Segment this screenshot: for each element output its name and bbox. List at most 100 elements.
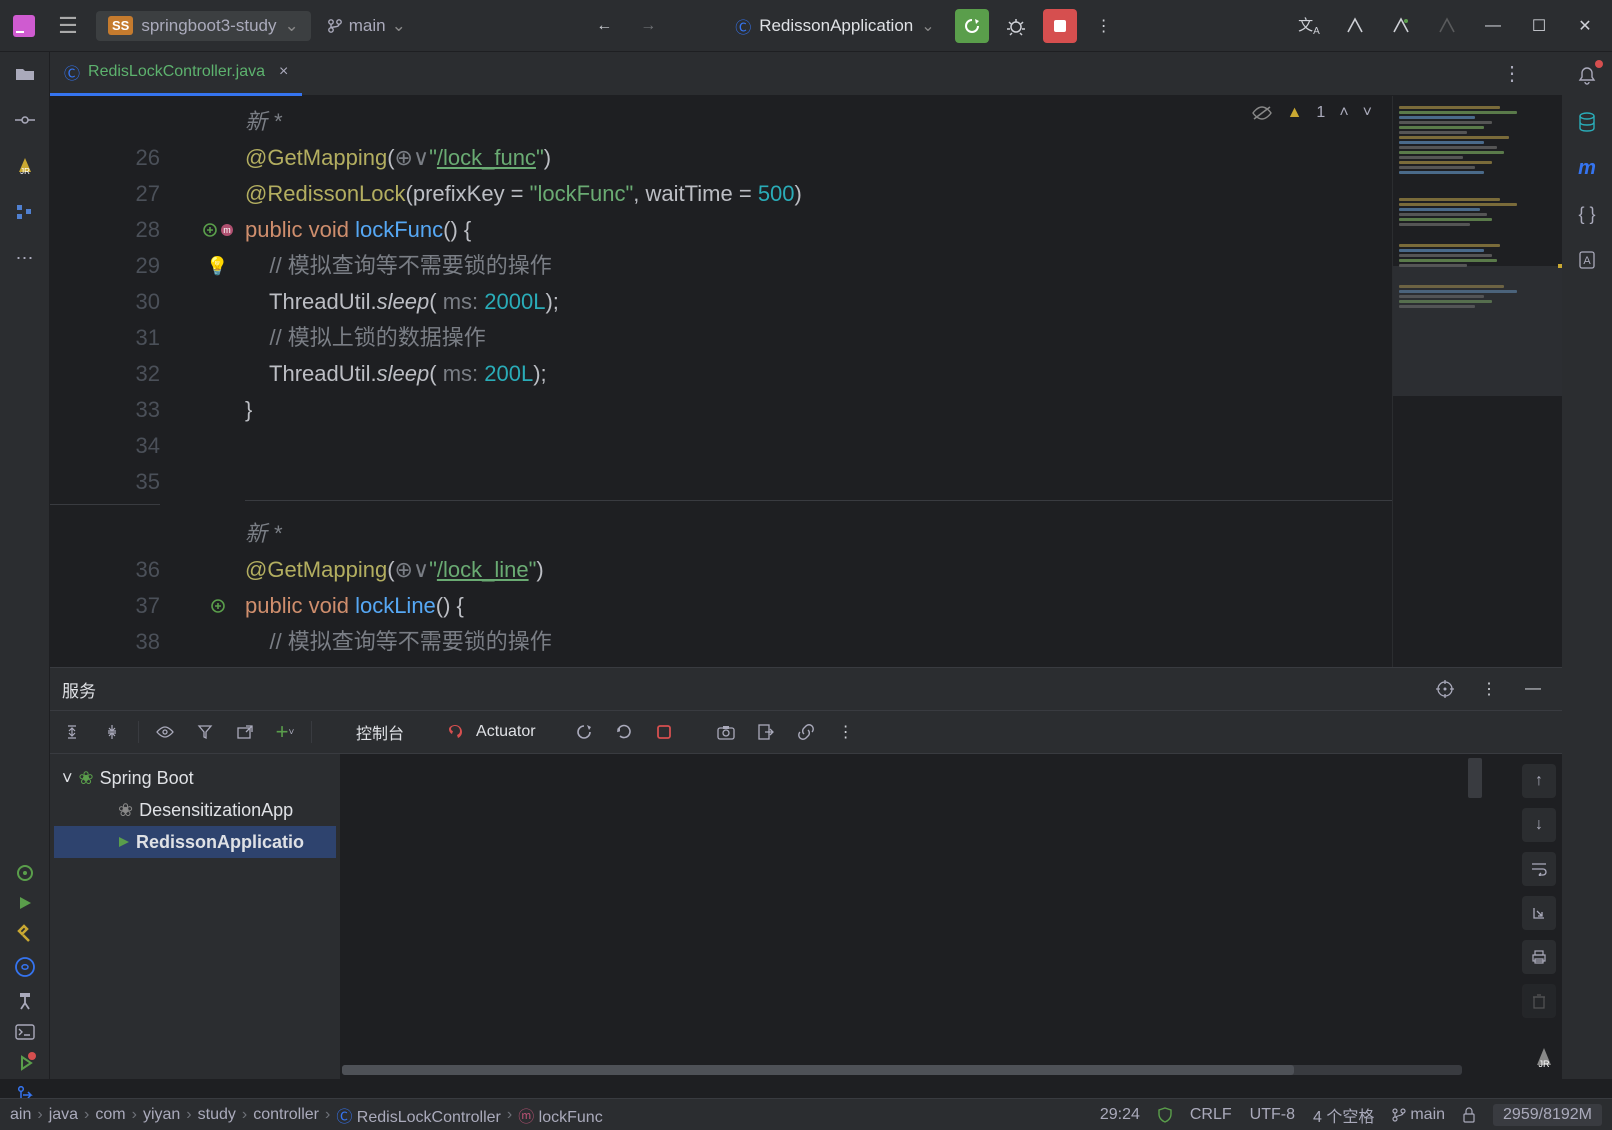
debug-button[interactable] (999, 9, 1033, 43)
actuator-tab[interactable]: Actuator (476, 723, 536, 741)
file-encoding[interactable]: UTF-8 (1250, 1106, 1295, 1124)
services-tool-icon[interactable] (16, 864, 34, 882)
project-tool-icon[interactable] (11, 60, 39, 88)
tab-more-button[interactable]: ⋮ (1502, 61, 1522, 86)
database-tool-icon[interactable] (1573, 108, 1601, 136)
services-more-button[interactable]: ⋮ (1472, 672, 1506, 706)
titlebar: ☰ SS springboot3-study ⌄ main ⌄ ← → Ⓒ Re… (0, 0, 1612, 52)
tree-node-app-selected[interactable]: RedissonApplicatio (54, 826, 336, 858)
breadcrumb[interactable]: ain › java › com › yiyan › study › contr… (10, 1103, 603, 1127)
prev-highlight-button[interactable]: ˄ (1339, 104, 1348, 122)
services-tree[interactable]: ˅ ❀ Spring Boot ❀ DesensitizationApp Red… (50, 754, 340, 1079)
commit-tool-icon[interactable] (11, 106, 39, 134)
show-icon[interactable] (151, 718, 179, 746)
services-panel: 服务 ⋮ — +˅ 控制台 Actuator (50, 667, 1562, 1079)
tree-node-spring-boot[interactable]: ˅ ❀ Spring Boot (54, 762, 336, 794)
soft-wrap-icon[interactable] (1522, 852, 1556, 886)
intellij-logo-icon[interactable] (10, 12, 38, 40)
exit-icon[interactable] (752, 718, 780, 746)
minimap-viewport[interactable] (1393, 266, 1562, 396)
tree-node-app[interactable]: ❀ DesensitizationApp (54, 794, 336, 826)
maximize-button[interactable]: ☐ (1522, 9, 1556, 43)
indent[interactable]: 4 个空格 (1313, 1103, 1374, 1127)
code-area[interactable]: 新 *@GetMapping(⊕∨"/lock_func")@RedissonL… (245, 96, 1392, 667)
spring-leaf-icon: ❀ (79, 768, 94, 789)
console-tab[interactable]: 控制台 (356, 720, 404, 744)
structure-tool-icon[interactable] (11, 198, 39, 226)
project-dropdown[interactable]: SS springboot3-study ⌄ (96, 11, 311, 41)
code-with-me-icon[interactable] (1338, 9, 1372, 43)
restart-icon[interactable] (570, 718, 598, 746)
add-icon[interactable]: +˅ (271, 718, 299, 746)
expand-all-icon[interactable] (58, 718, 86, 746)
scroll-up-icon[interactable]: ↑ (1522, 764, 1556, 798)
more-actions-button[interactable]: ⋮ (1087, 9, 1121, 43)
editor-tabs: Ⓒ RedisLockController.java × ⋮ (50, 52, 1562, 96)
nav-forward-button[interactable]: → (631, 9, 665, 43)
chevron-down-icon: ⌄ (392, 16, 406, 36)
nav-back-button[interactable]: ← (587, 9, 621, 43)
stop-button[interactable] (1043, 9, 1077, 43)
search-icon[interactable] (1384, 9, 1418, 43)
services-toolbar: +˅ 控制台 Actuator ⋮ (50, 710, 1562, 754)
svg-text:JR: JR (1539, 1059, 1551, 1069)
rerun-icon[interactable] (610, 718, 638, 746)
json-tool-icon[interactable]: { } (1573, 200, 1601, 228)
inspection-widget[interactable]: ▲ 1 ˄ ˅ (1251, 104, 1372, 122)
filter-icon[interactable] (191, 718, 219, 746)
hide-panel-button[interactable]: — (1516, 672, 1550, 706)
branch-dropdown[interactable]: main ⌄ (317, 11, 416, 41)
tab-redislockcontroller[interactable]: Ⓒ RedisLockController.java × (50, 52, 302, 96)
build-tool-icon[interactable] (16, 924, 34, 942)
run-tool-icon[interactable] (18, 896, 32, 910)
jrebel-icon[interactable]: JR (11, 152, 39, 180)
eye-off-icon[interactable] (1251, 105, 1273, 121)
toolbar-more-button[interactable]: ⋮ (832, 718, 860, 746)
git-branch-status[interactable]: main (1392, 1106, 1445, 1124)
next-highlight-button[interactable]: ˅ (1363, 104, 1372, 122)
stop-svc-button[interactable] (650, 718, 678, 746)
reader-mode-icon[interactable]: A (1573, 246, 1601, 274)
minimap[interactable] (1392, 96, 1562, 667)
camera-icon[interactable] (712, 718, 740, 746)
rerun-button[interactable] (955, 9, 989, 43)
lock-icon[interactable] (1463, 1107, 1475, 1123)
more-tools-icon[interactable]: ⋯ (11, 244, 39, 272)
jrebel-console-icon[interactable]: JR (1532, 1045, 1556, 1069)
problems-tool-icon[interactable] (16, 1054, 34, 1072)
console-hscroll[interactable] (342, 1065, 1462, 1075)
console-output[interactable]: ↑ ↓ JR (340, 754, 1562, 1079)
notifications-icon[interactable] (1573, 62, 1601, 90)
close-tab-icon[interactable]: × (279, 63, 288, 81)
terminal-tool-icon[interactable] (15, 1024, 35, 1040)
update-icon[interactable] (1430, 9, 1464, 43)
shield-icon[interactable] (1158, 1107, 1172, 1123)
console-scrollbar[interactable] (1468, 758, 1482, 798)
run-config-dropdown[interactable]: Ⓒ RedissonApplication ⌄ (725, 10, 944, 42)
collapse-all-icon[interactable] (98, 718, 126, 746)
maven-tool-icon[interactable]: m (1573, 154, 1601, 182)
main-menu-button[interactable]: ☰ (54, 9, 82, 43)
close-window-button[interactable]: ✕ (1568, 9, 1602, 43)
statusbar: ain › java › com › yiyan › study › contr… (0, 1098, 1612, 1130)
scroll-down-icon[interactable]: ↓ (1522, 808, 1556, 842)
scroll-to-end-icon[interactable] (1522, 896, 1556, 930)
editor[interactable]: 26272829303132333435 36373839 m💡 新 *@Get… (50, 96, 1562, 667)
project-name: springboot3-study (141, 16, 276, 36)
translate-icon[interactable]: 文A (1292, 9, 1326, 43)
target-icon[interactable] (1428, 672, 1462, 706)
new-window-icon[interactable] (231, 718, 259, 746)
print-icon[interactable] (1522, 940, 1556, 974)
class-icon: Ⓒ (64, 60, 80, 84)
svg-text:JR: JR (20, 167, 30, 176)
warning-icon: ▲ (1287, 104, 1303, 122)
minimize-button[interactable]: — (1476, 9, 1510, 43)
clear-icon[interactable] (1522, 984, 1556, 1018)
vcs-tool-icon[interactable] (17, 992, 33, 1010)
ai-tool-icon[interactable] (14, 956, 36, 978)
caret-position[interactable]: 29:24 (1100, 1106, 1140, 1124)
branch-name: main (349, 16, 386, 36)
link-icon[interactable] (792, 718, 820, 746)
memory-indicator[interactable]: 2959/8192M (1493, 1104, 1602, 1126)
line-separator[interactable]: CRLF (1190, 1106, 1232, 1124)
